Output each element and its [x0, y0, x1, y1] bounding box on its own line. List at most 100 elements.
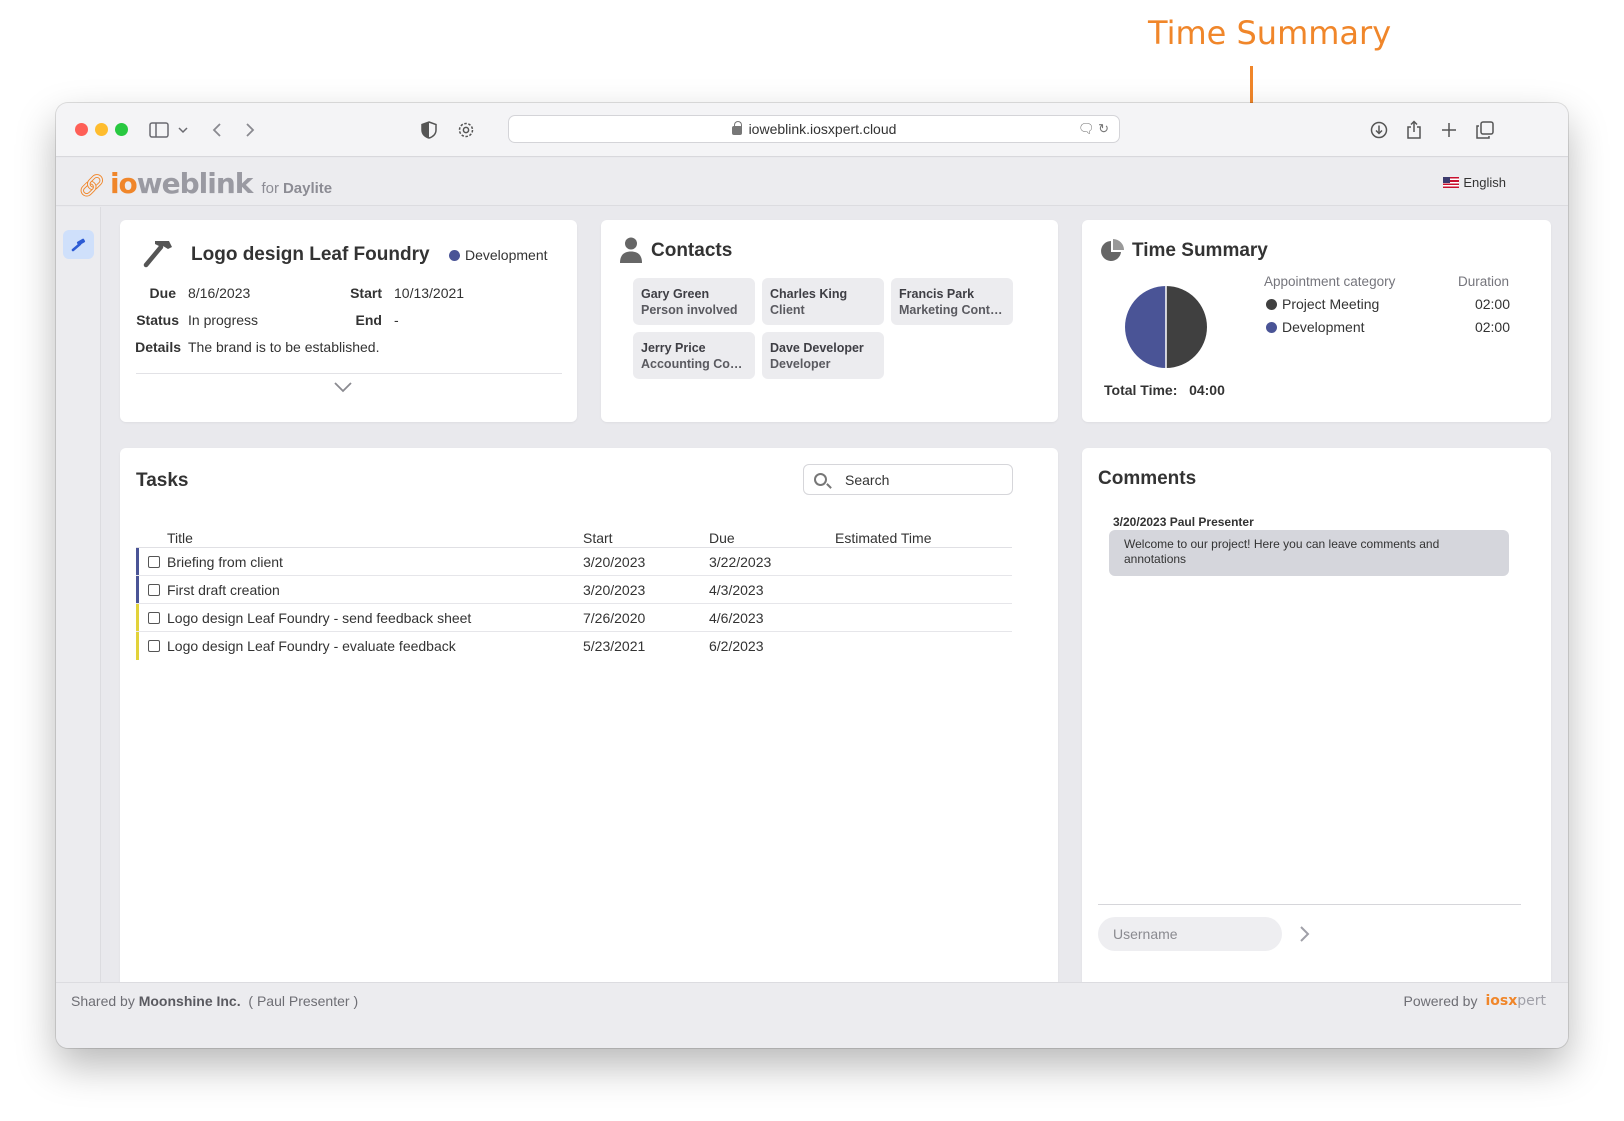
contact-chip[interactable]: Francis Park Marketing Contact — [891, 278, 1013, 325]
pie-slice-project-meeting — [1166, 286, 1207, 368]
end-label: End — [355, 312, 382, 328]
task-checkbox[interactable] — [148, 612, 160, 624]
logo-io: io — [109, 167, 138, 200]
time-row-category: Project Meeting — [1282, 296, 1380, 312]
address-actions: 🗨 ↻ — [1078, 121, 1109, 137]
project-category: Development — [449, 247, 548, 263]
contact-role: Marketing Contact — [899, 303, 1005, 317]
username-input[interactable] — [1098, 917, 1282, 951]
share-icon[interactable] — [1403, 115, 1425, 145]
logo-weblink: weblink — [136, 167, 254, 200]
category-color-bar — [136, 576, 139, 603]
address-url: ioweblink.iosxpert.cloud — [748, 121, 897, 137]
powered-by: Powered by iosxpert — [1404, 993, 1546, 1009]
category-dot — [449, 249, 460, 261]
end-value: - — [394, 312, 399, 328]
contact-name: Gary Green — [641, 287, 710, 301]
start-value: 10/13/2021 — [394, 285, 465, 301]
contact-chip[interactable]: Gary Green Person involved — [633, 278, 755, 325]
powered-by-label: Powered by — [1403, 993, 1478, 1009]
task-due: 3/22/2023 — [709, 554, 772, 570]
column-header-due[interactable]: Due — [709, 530, 735, 546]
language-selector[interactable]: English — [1443, 175, 1506, 190]
logo-daylite: Daylite — [282, 180, 333, 197]
zoom-window-button[interactable] — [115, 123, 128, 136]
time-summary-card: Time Summary Appointment category Durati… — [1082, 220, 1551, 422]
project-category-label: Development — [465, 247, 548, 263]
gear-icon[interactable] — [455, 115, 477, 145]
tasks-card: Tasks Search Title Start Due Estimated T… — [120, 448, 1058, 992]
table-row[interactable]: Logo design Leaf Foundry - send feedback… — [136, 604, 1012, 632]
reload-icon[interactable]: ↻ — [1098, 121, 1109, 136]
contact-chip[interactable]: Charles King Client — [762, 278, 884, 325]
contacts-card: Contacts Gary Green Person involved Char… — [601, 220, 1058, 422]
task-search-input[interactable]: Search — [803, 464, 1013, 495]
new-tab-icon[interactable] — [1438, 115, 1460, 145]
category-column-header: Appointment category — [1264, 274, 1396, 289]
time-row: Development — [1266, 319, 1365, 335]
table-row[interactable]: Logo design Leaf Foundry - evaluate feed… — [136, 632, 1012, 660]
details-label: Details — [135, 339, 181, 355]
task-title: First draft creation — [167, 582, 280, 598]
total-time: Total Time: 04:00 — [1104, 382, 1225, 398]
contact-role: Person involved — [641, 303, 738, 317]
back-icon[interactable] — [209, 115, 225, 145]
contact-chip[interactable]: Dave Developer Developer — [762, 332, 884, 379]
translate-icon[interactable]: 🗨 — [1078, 121, 1095, 136]
minimize-window-button[interactable] — [95, 123, 108, 136]
send-arrow-icon[interactable] — [1294, 924, 1314, 944]
contact-chip[interactable]: Jerry Price Accounting Con... — [633, 332, 755, 379]
task-due: 4/6/2023 — [709, 610, 764, 626]
address-bar[interactable]: ioweblink.iosxpert.cloud 🗨 ↻ — [508, 115, 1120, 143]
close-window-button[interactable] — [75, 123, 88, 136]
table-row[interactable]: First draft creation 3/20/2023 4/3/2023 — [136, 576, 1012, 604]
comment-bubble: Welcome to our project! Here you can lea… — [1109, 530, 1509, 576]
status-value: In progress — [188, 312, 259, 328]
category-color-bar — [136, 548, 139, 575]
search-placeholder: Search — [845, 471, 890, 488]
task-start: 3/20/2023 — [583, 582, 646, 598]
divider — [136, 373, 562, 374]
due-value: 8/16/2023 — [188, 285, 251, 301]
us-flag-icon — [1443, 177, 1460, 188]
task-start: 3/20/2023 — [583, 554, 646, 570]
category-color-bar — [136, 632, 139, 660]
sidebar-icon[interactable] — [148, 115, 170, 145]
task-checkbox[interactable] — [148, 584, 160, 596]
download-icon[interactable] — [1368, 115, 1390, 145]
details-value: The brand is to be established. — [188, 339, 380, 355]
shared-user: ( Paul Presenter ) — [248, 993, 359, 1009]
comment-header: 3/20/2023 Paul Presenter — [1113, 515, 1254, 529]
contact-role: Accounting Con... — [641, 357, 747, 371]
iosxpert-logo[interactable]: iosxpert — [1485, 993, 1546, 1009]
time-row-category: Development — [1282, 319, 1365, 335]
forward-icon[interactable] — [242, 115, 258, 145]
contact-role: Developer — [770, 357, 831, 371]
column-header-title[interactable]: Title — [167, 530, 193, 546]
column-header-start[interactable]: Start — [583, 530, 613, 546]
tabs-overview-icon[interactable] — [1474, 115, 1496, 145]
ioweblink-logo[interactable]: 🔗︎ io weblink for Daylite — [78, 167, 332, 200]
footer: Shared by Moonshine Inc. ( Paul Presente… — [56, 982, 1568, 1048]
task-checkbox[interactable] — [148, 556, 160, 568]
status-label: Status — [136, 312, 179, 328]
chevron-down-icon[interactable] — [176, 115, 190, 145]
task-title: Logo design Leaf Foundry - send feedback… — [167, 610, 472, 626]
total-time-label: Total Time: — [1104, 382, 1178, 398]
chevron-down-icon[interactable] — [333, 380, 353, 394]
sidebar-item-project[interactable] — [63, 230, 94, 259]
shared-by: Shared by Moonshine Inc. ( Paul Presente… — [71, 993, 358, 1009]
task-checkbox[interactable] — [148, 640, 160, 652]
contact-name: Francis Park — [899, 287, 975, 301]
pie-slice-development — [1125, 286, 1166, 368]
column-header-estimated-time[interactable]: Estimated Time — [835, 530, 931, 546]
task-title: Briefing from client — [167, 554, 283, 570]
table-row[interactable]: Briefing from client 3/20/2023 3/22/2023 — [136, 548, 1012, 576]
project-title: Logo design Leaf Foundry — [191, 244, 430, 265]
annotation-label: Time Summary — [1148, 14, 1392, 52]
task-due: 6/2/2023 — [709, 638, 764, 654]
shield-icon[interactable] — [419, 115, 439, 145]
hammer-icon — [71, 238, 85, 251]
category-color-bar — [136, 604, 139, 631]
time-row-duration: 02:00 — [1474, 296, 1510, 312]
